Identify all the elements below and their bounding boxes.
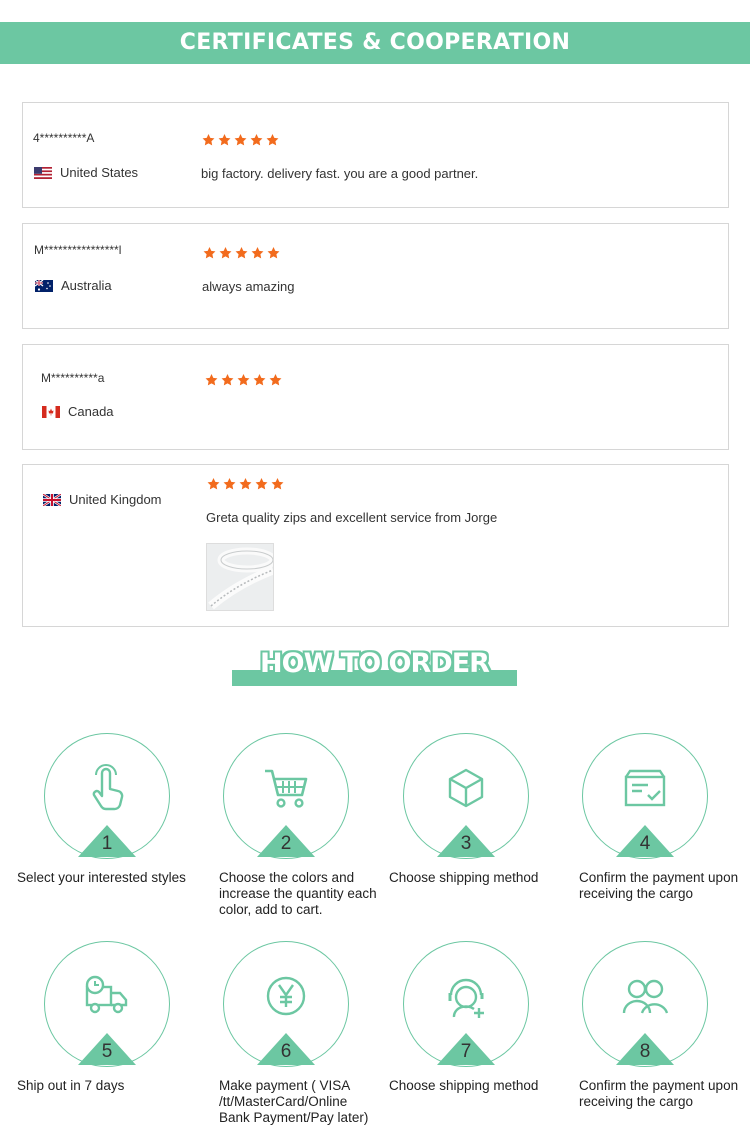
step-number: 7 xyxy=(460,1041,472,1062)
star-icon xyxy=(203,247,216,259)
star-icon xyxy=(267,247,280,259)
reviewer-name: M**********a xyxy=(41,371,105,385)
step-label: Choose the colors and increase the quant… xyxy=(219,870,377,917)
star-icon xyxy=(250,134,263,146)
step-label: Confirm the payment upon receiving the c… xyxy=(579,1078,739,1109)
review-card: 4**********A United States big factory. … xyxy=(22,102,729,208)
reviewer-country: United States xyxy=(34,165,138,180)
star-icon xyxy=(255,478,268,490)
star-icon xyxy=(202,134,215,146)
review-text: Greta quality zips and excellent service… xyxy=(206,510,498,525)
star-icon xyxy=(235,247,248,259)
uk-flag-icon xyxy=(43,493,61,506)
rating-stars xyxy=(201,133,280,147)
step-label: Select your interested styles xyxy=(17,870,186,885)
review-card: United Kingdom Greta quality zips and ex… xyxy=(22,464,729,627)
star-icon xyxy=(271,478,284,490)
star-icon xyxy=(237,374,250,386)
star-icon xyxy=(205,374,218,386)
us-flag-icon xyxy=(34,166,52,179)
review-text: big factory. delivery fast. you are a go… xyxy=(201,166,479,181)
star-icon xyxy=(223,478,236,490)
users-icon xyxy=(622,979,669,1014)
star-icon xyxy=(266,134,279,146)
step-number: 4 xyxy=(639,833,651,854)
step-number: 1 xyxy=(101,833,113,854)
star-icon xyxy=(218,134,231,146)
reviewer-country: Australia xyxy=(35,278,112,293)
step-label: Choose shipping method xyxy=(389,870,539,885)
reviewer-name: M****************l xyxy=(34,243,122,257)
step-number: 8 xyxy=(639,1041,651,1062)
star-icon xyxy=(221,374,234,386)
star-icon xyxy=(269,374,282,386)
star-icon xyxy=(219,247,232,259)
step-number: 3 xyxy=(460,833,472,854)
yen-coin-icon xyxy=(266,976,306,1016)
review-card: M**********a Canada xyxy=(22,344,729,450)
star-icon xyxy=(234,134,247,146)
country-label: United States xyxy=(60,165,139,180)
zipper-roll-image xyxy=(207,544,273,610)
step-number: 2 xyxy=(280,833,292,854)
step-label: Make payment ( VISA /tt/MasterCard/Onlin… xyxy=(219,1078,369,1125)
step-number: 5 xyxy=(101,1041,113,1062)
shopping-cart-icon xyxy=(265,769,308,808)
delivery-truck-icon xyxy=(85,975,128,1014)
rating-stars xyxy=(204,373,283,387)
step-number: 6 xyxy=(280,1041,292,1062)
box-icon xyxy=(448,768,484,808)
reviewer-name: 4**********A xyxy=(33,131,95,145)
step-label: Confirm the payment upon receiving the c… xyxy=(579,870,739,901)
how-to-order-title: HOW TO ORDER xyxy=(260,648,490,679)
step-label: Choose shipping method xyxy=(389,1078,539,1093)
country-label: Canada xyxy=(68,404,114,419)
star-icon xyxy=(239,478,252,490)
country-label: United Kingdom xyxy=(69,492,162,507)
review-card: M****************l Australia always amaz… xyxy=(22,223,729,329)
step-label: Ship out in 7 days xyxy=(17,1078,125,1093)
reviewer-country: Canada xyxy=(42,404,114,419)
how-to-order-header: HOW TO ORDER xyxy=(232,648,517,686)
ca-flag-icon xyxy=(42,405,60,418)
star-icon xyxy=(251,247,264,259)
payment-box-icon xyxy=(624,769,666,807)
touch-hand-icon xyxy=(92,764,124,811)
country-label: Australia xyxy=(61,278,112,293)
au-flag-icon xyxy=(35,279,53,292)
star-icon xyxy=(207,478,220,490)
reviewer-country: United Kingdom xyxy=(43,492,162,507)
certificates-banner: CERTIFICATES & COOPERATION xyxy=(0,22,750,64)
rating-stars xyxy=(206,477,285,491)
rating-stars xyxy=(202,246,281,260)
customer-service-icon xyxy=(448,978,484,1018)
star-icon xyxy=(253,374,266,386)
review-photo[interactable] xyxy=(206,543,274,611)
review-text: always amazing xyxy=(202,279,295,294)
